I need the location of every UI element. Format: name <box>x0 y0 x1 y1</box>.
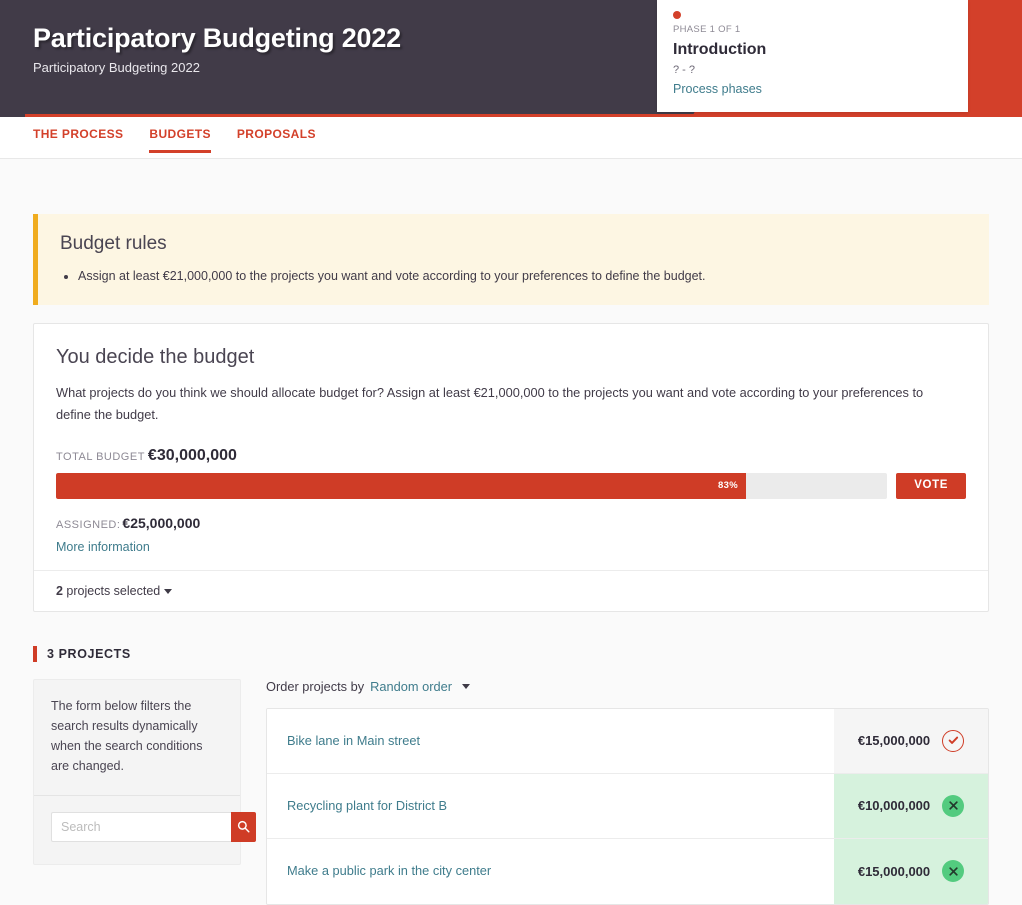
budget-rules-callout: Budget rules Assign at least €21,000,000… <box>33 214 989 306</box>
table-row: Bike lane in Main street €15,000,000 <box>267 708 988 774</box>
budget-card-body: You decide the budget What projects do y… <box>34 324 988 569</box>
order-projects-value[interactable]: Random order <box>370 679 452 694</box>
projects-results: Order projects by Random order Bike lane… <box>266 679 989 905</box>
tab-budgets[interactable]: BUDGETS <box>136 117 223 153</box>
order-projects-row: Order projects by Random order <box>266 679 989 694</box>
total-budget-row: TOTAL BUDGET €30,000,000 <box>56 447 966 465</box>
project-list: Bike lane in Main street €15,000,000 Rec <box>266 707 989 905</box>
search-form <box>51 811 256 842</box>
budget-summary-card: You decide the budget What projects do y… <box>33 323 989 612</box>
add-project-button[interactable] <box>942 729 965 752</box>
tab-the-process[interactable]: THE PROCESS <box>33 117 136 153</box>
project-title-link[interactable]: Make a public park in the city center <box>287 862 491 880</box>
chevron-down-icon[interactable] <box>461 683 470 689</box>
project-action-cell: €15,000,000 <box>834 708 988 773</box>
tab-list: THE PROCESS BUDGETS PROPOSALS <box>33 117 1022 159</box>
budget-rule-item: Assign at least €21,000,000 to the proje… <box>78 267 967 286</box>
search-submit-button[interactable] <box>231 811 256 842</box>
page-subtitle: Participatory Budgeting 2022 <box>33 60 200 76</box>
phase-dates: ? - ? <box>673 64 696 77</box>
selected-projects-toggle[interactable]: 2 projects selected <box>34 569 988 611</box>
tab-proposals[interactable]: PROPOSALS <box>224 117 329 153</box>
table-row: Make a public park in the city center €1… <box>267 838 988 904</box>
phase-counter: PHASE 1 OF 1 <box>673 24 741 35</box>
table-row: Recycling plant for District B €10,000,0… <box>267 773 988 839</box>
heading-accent-bar <box>33 645 37 662</box>
budget-progress-bar: 83% <box>56 472 888 499</box>
projects-count-label: 3 PROJECTS <box>47 646 131 661</box>
budget-progress-fill: 83% <box>56 472 746 499</box>
budget-rules-list: Assign at least €21,000,000 to the proje… <box>60 267 967 286</box>
project-info-cell: Bike lane in Main street <box>267 708 834 773</box>
check-icon <box>948 736 958 745</box>
project-amount: €15,000,000 <box>857 733 931 749</box>
project-amount: €10,000,000 <box>857 798 931 814</box>
assigned-label: ASSIGNED: <box>56 518 121 531</box>
more-information-link[interactable]: More information <box>56 540 150 554</box>
total-budget-value: €30,000,000 <box>147 446 237 464</box>
project-title-link[interactable]: Recycling plant for District B <box>287 797 447 815</box>
search-icon <box>237 821 250 833</box>
budget-rules-title: Budget rules <box>60 233 167 254</box>
chevron-down-icon <box>164 588 173 594</box>
page-title: Participatory Budgeting 2022 <box>33 23 401 53</box>
project-amount: €15,000,000 <box>857 863 931 879</box>
page-hero: Participatory Budgeting 2022 Participato… <box>0 0 1022 117</box>
order-projects-label: Order projects by <box>266 678 365 694</box>
filters-panel: The form below filters the search result… <box>33 678 256 865</box>
assigned-row: ASSIGNED: €25,000,000 <box>56 515 966 531</box>
budget-card-description: What projects do you think we should all… <box>56 385 924 422</box>
page-content: Budget rules Assign at least €21,000,000… <box>0 214 1022 905</box>
budget-card-title: You decide the budget <box>56 346 255 369</box>
phase-status-dot <box>673 11 681 19</box>
main-navigation: THE PROCESS BUDGETS PROPOSALS <box>0 117 1022 159</box>
process-phases-link[interactable]: Process phases <box>673 81 952 97</box>
budget-progress-percent: 83% <box>718 480 738 492</box>
projects-layout: The form below filters the search result… <box>33 678 989 905</box>
phase-card: PHASE 1 OF 1 Introduction ? - ? Process … <box>657 0 968 112</box>
selected-projects-count: 2 <box>56 583 63 598</box>
remove-project-button[interactable] <box>942 860 965 883</box>
search-input[interactable] <box>51 811 231 842</box>
close-icon <box>948 866 958 876</box>
budget-progress-row: 83% VOTE <box>56 472 966 499</box>
phase-name: Introduction <box>673 41 767 59</box>
assigned-value: €25,000,000 <box>122 514 201 531</box>
projects-heading: 3 PROJECTS <box>33 645 989 662</box>
hero-text-block: Participatory Budgeting 2022 Participato… <box>33 22 401 77</box>
filters-search-section <box>34 796 256 864</box>
remove-project-button[interactable] <box>942 794 965 817</box>
project-action-cell: €10,000,000 <box>834 773 988 838</box>
project-action-cell: €15,000,000 <box>834 838 988 904</box>
total-budget-label: TOTAL BUDGET <box>56 450 145 463</box>
vote-button[interactable]: VOTE <box>896 472 966 499</box>
filters-help-text: The form below filters the search result… <box>34 680 240 796</box>
close-icon <box>948 801 958 810</box>
project-info-cell: Recycling plant for District B <box>267 773 834 838</box>
project-info-cell: Make a public park in the city center <box>267 838 834 904</box>
project-title-link[interactable]: Bike lane in Main street <box>287 732 420 750</box>
selected-projects-text: projects selected <box>62 583 161 598</box>
